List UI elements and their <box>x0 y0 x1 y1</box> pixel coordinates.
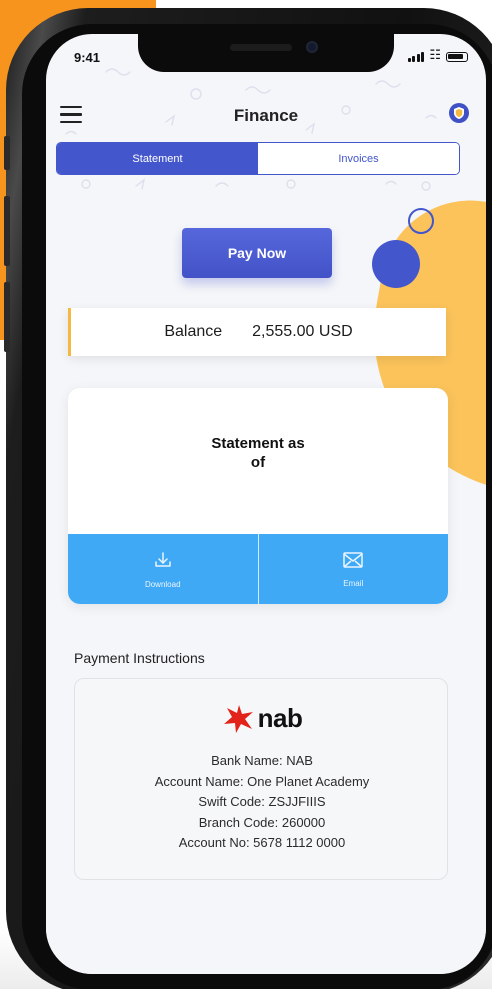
tab-statement[interactable]: Statement <box>57 143 258 174</box>
statement-title-line1: Statement as <box>211 435 305 452</box>
balance-value: 2,555.00 USD <box>252 323 353 340</box>
email-label: Email <box>343 578 364 588</box>
front-camera <box>306 41 318 53</box>
swift-code: Swift Code: ZSJJFIIIS <box>198 794 326 809</box>
status-time: 9:41 <box>74 50 101 65</box>
account-number: Account No: 5678 1112 0000 <box>178 835 346 850</box>
pay-now-button[interactable]: Pay Now <box>182 228 332 278</box>
email-icon <box>343 551 363 568</box>
volume-down-button <box>4 282 10 352</box>
download-label: Download <box>144 579 181 589</box>
statement-title: Statement as of <box>68 434 448 472</box>
branch-code: Branch Code: 260000 <box>198 814 326 830</box>
tab-invoices[interactable]: Invoices <box>258 143 459 174</box>
email-button[interactable]: Email <box>258 534 448 604</box>
download-button[interactable]: Download <box>68 534 259 604</box>
blue-dot-decoration <box>372 240 420 288</box>
nab-logo: nab <box>75 703 449 734</box>
status-icons: ☷ <box>407 47 468 62</box>
blue-ring-decoration <box>408 208 434 234</box>
payment-instructions-heading: Payment Instructions <box>74 650 205 666</box>
signal-icon <box>407 52 425 62</box>
nab-logo-text: nab <box>257 703 303 733</box>
shield-icon[interactable] <box>448 102 470 124</box>
bank-name: Bank Name: NAB <box>211 753 313 768</box>
wifi-icon: ☷ <box>429 47 441 62</box>
account-name: Account Name: One Planet Academy <box>154 773 370 789</box>
battery-icon <box>446 52 468 62</box>
bank-details-card: nab Bank Name: NAB Account Name: One Pla… <box>74 678 448 880</box>
phone-screen: 9:41 ☷ Finance Statement Invoices Pay No… <box>46 34 486 974</box>
bank-details-list: Bank Name: NAB Account Name: One Planet … <box>75 751 449 854</box>
statement-card: Statement as of Download Email <box>68 388 448 604</box>
mute-switch <box>4 136 10 170</box>
statement-title-line2: of <box>250 454 266 471</box>
balance-card: Balance 2,555.00 USD <box>68 308 446 356</box>
finance-tabs: Statement Invoices <box>56 142 460 175</box>
statement-actions: Download Email <box>68 534 448 604</box>
screen-notch <box>138 34 394 72</box>
speaker-grille <box>230 44 292 51</box>
volume-up-button <box>4 196 10 266</box>
balance-label: Balance <box>164 323 223 340</box>
download-icon <box>155 551 171 567</box>
page-canvas: 9:41 ☷ Finance Statement Invoices Pay No… <box>0 0 492 989</box>
nab-star-icon <box>223 704 253 733</box>
page-title: Finance <box>233 106 299 125</box>
